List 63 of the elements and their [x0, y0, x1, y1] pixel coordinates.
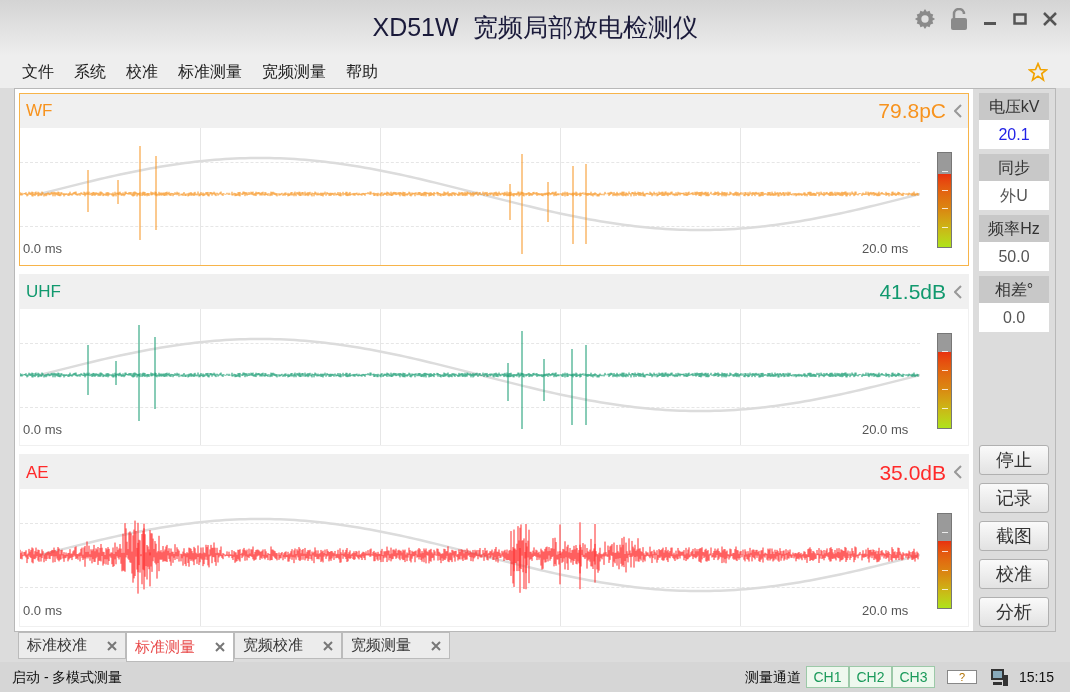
document-tab[interactable]: 宽频校准 [234, 632, 342, 659]
time-end-label: 20.0 ms [862, 601, 909, 620]
field-label: 同步 [979, 154, 1049, 181]
chevron-left-icon[interactable] [954, 104, 962, 118]
channel-indicator: CH1 [805, 666, 849, 688]
field-label: 频率Hz [979, 215, 1049, 242]
channel-indicator: CH2 [848, 666, 892, 688]
close-icon[interactable] [215, 642, 225, 652]
side-button[interactable]: 校准 [979, 559, 1049, 589]
side-button[interactable]: 记录 [979, 483, 1049, 513]
chevron-left-icon[interactable] [954, 465, 962, 480]
menu-item[interactable]: 系统 [74, 60, 106, 84]
clock-time: 15:15 [1018, 667, 1054, 687]
chevron-left-icon[interactable] [954, 284, 962, 299]
document-tab[interactable]: 宽频测量 [342, 632, 450, 659]
status-message: 启动 - 多模式测量 [12, 667, 123, 687]
time-start-label: 0.0 ms [23, 240, 62, 259]
channel-indicator: CH3 [891, 666, 935, 688]
document-tab[interactable]: 标准测量 [126, 632, 234, 662]
channel-panel[interactable]: UHF 41.5dB 0.0 ms 20.0 ms [19, 273, 969, 447]
close-icon[interactable] [107, 640, 117, 651]
field-value: 50.0 [979, 242, 1049, 271]
field-label: 电压kV [979, 93, 1049, 120]
tab-label: 标准测量 [135, 636, 195, 657]
padlock-icon[interactable] [950, 8, 968, 30]
maximize-icon[interactable] [1012, 11, 1028, 27]
channel-reading: 79.8pC [878, 98, 946, 125]
side-button[interactable]: 截图 [979, 521, 1049, 551]
side-button[interactable]: 停止 [979, 445, 1049, 475]
channel-name: UHF [26, 280, 61, 303]
time-start-label: 0.0 ms [23, 601, 62, 620]
battery-icon: ? [946, 670, 977, 684]
channel-reading: 35.0dB [879, 459, 946, 486]
time-end-label: 20.0 ms [862, 240, 909, 259]
document-tab[interactable]: 标准校准 [18, 632, 126, 659]
window-title: XD51W 宽频局部放电检测仪 [372, 12, 698, 44]
channel-name: WF [26, 100, 53, 123]
channel-panel[interactable]: WF 79.8pC 0.0 ms 20.0 ms [19, 93, 969, 266]
close-icon[interactable] [1042, 11, 1058, 27]
channel-label: 测量通道 [744, 667, 801, 687]
field-value: 20.1 [979, 120, 1049, 149]
menu-item[interactable]: 校准 [126, 60, 158, 84]
settings-icon[interactable] [914, 8, 936, 30]
tab-label: 标准校准 [27, 635, 87, 656]
field-value: 外U [979, 181, 1049, 210]
tab-label: 宽频校准 [243, 635, 303, 656]
menu-item[interactable]: 帮助 [346, 60, 378, 84]
menu-item[interactable]: 宽频测量 [262, 60, 326, 84]
menu-item[interactable]: 标准测量 [178, 60, 242, 84]
close-icon[interactable] [431, 640, 441, 651]
channel-name: AE [26, 461, 49, 484]
channel-panel[interactable]: AE 35.0dB 0.0 ms 20.0 ms [19, 454, 969, 627]
tab-label: 宽频测量 [351, 635, 411, 656]
close-icon[interactable] [323, 640, 333, 651]
field-label: 相差° [979, 276, 1049, 303]
time-start-label: 0.0 ms [23, 420, 62, 439]
time-end-label: 20.0 ms [862, 420, 909, 439]
computer-icon [988, 667, 1009, 687]
field-value: 0.0 [979, 303, 1049, 332]
channel-reading: 41.5dB [879, 278, 946, 305]
star-icon[interactable] [1028, 62, 1048, 82]
side-button[interactable]: 分析 [979, 597, 1049, 627]
menu-item[interactable]: 文件 [22, 60, 54, 84]
